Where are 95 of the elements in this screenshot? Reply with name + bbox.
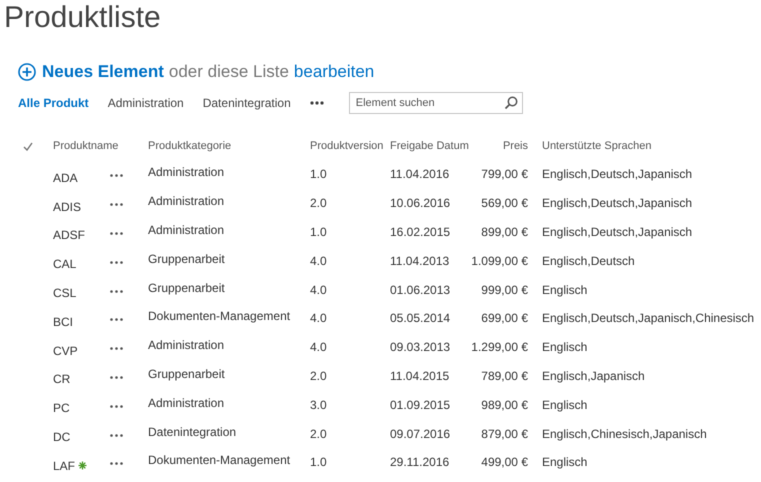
view-tab[interactable]: Alle Produkt bbox=[18, 96, 89, 110]
search-field[interactable]: Element suchen bbox=[348, 92, 523, 114]
table-cell: Gruppenarbeit bbox=[148, 366, 225, 381]
table-cell: 4.0 bbox=[310, 254, 327, 268]
table-cell: Englisch,Deutsch,Japanisch,Chinesisch bbox=[542, 311, 754, 326]
column-header[interactable]: Produktversion bbox=[310, 140, 384, 152]
more-icon[interactable] bbox=[110, 347, 123, 350]
table-cell: Englisch bbox=[542, 282, 588, 297]
table-cell: 499,00 € bbox=[481, 455, 528, 470]
table-cell: Administration bbox=[148, 165, 224, 180]
table-cell: 11.04.2015 bbox=[390, 368, 450, 383]
table-cell: 999,00 € bbox=[481, 282, 528, 297]
column-header[interactable]: Produktname bbox=[53, 140, 118, 152]
more-icon[interactable] bbox=[110, 462, 123, 466]
more-icon[interactable] bbox=[110, 318, 123, 322]
column-header[interactable]: Produktkategorie bbox=[148, 140, 232, 152]
product-link[interactable]: ADSF bbox=[53, 228, 86, 242]
more-icon[interactable] bbox=[110, 203, 123, 206]
table-cell: Englisch bbox=[542, 398, 588, 412]
search-icon[interactable] bbox=[504, 96, 518, 110]
product-link[interactable]: ADA bbox=[53, 170, 78, 185]
table-cell: 05.05.2014 bbox=[390, 311, 450, 326]
more-icon[interactable] bbox=[110, 434, 123, 437]
product-link[interactable]: BCI bbox=[53, 314, 74, 329]
table-cell: 4.0 bbox=[310, 282, 327, 297]
table-cell: Datenintegration bbox=[148, 424, 236, 439]
table-cell: 2.0 bbox=[310, 426, 327, 441]
table-cell: 29.11.2016 bbox=[390, 455, 450, 470]
product-link[interactable]: PC bbox=[53, 401, 70, 416]
table-cell: 2.0 bbox=[310, 196, 327, 210]
table-cell: Gruppenarbeit bbox=[148, 280, 225, 295]
table-cell: 899,00 € bbox=[481, 224, 528, 239]
table-cell: 11.04.2013 bbox=[390, 254, 450, 268]
product-link[interactable]: LAF bbox=[53, 458, 76, 473]
table-cell: 1.0 bbox=[310, 224, 327, 239]
table-cell: 01.09.2015 bbox=[390, 398, 450, 412]
table-cell: Englisch,Chinesisch,Japanisch bbox=[542, 426, 707, 441]
table-cell: Englisch,Deutsch bbox=[542, 254, 635, 268]
product-link[interactable]: DC bbox=[53, 430, 70, 444]
view-tab[interactable]: Administration bbox=[108, 96, 184, 110]
product-link[interactable]: CR bbox=[53, 372, 70, 386]
table-cell: 4.0 bbox=[310, 340, 327, 354]
table-cell: Englisch,Deutsch,Japanisch bbox=[542, 167, 692, 182]
table-cell: Englisch bbox=[542, 340, 588, 354]
table-cell: 10.06.2016 bbox=[390, 196, 450, 210]
table-cell: 699,00 € bbox=[481, 311, 528, 326]
table-cell: 989,00 € bbox=[481, 398, 528, 412]
column-header[interactable]: Unterstützte Sprachen bbox=[542, 140, 652, 152]
more-icon[interactable] bbox=[110, 404, 123, 408]
table-cell: 2.0 bbox=[310, 368, 327, 383]
table-cell: Administration bbox=[148, 338, 224, 352]
table-cell: 569,00 € bbox=[481, 196, 528, 210]
action-text: oder diese Liste bbox=[168, 62, 289, 82]
table-cell: Englisch,Deutsch,Japanisch bbox=[542, 196, 692, 210]
check-icon[interactable] bbox=[23, 142, 33, 150]
table-cell: 01.06.2013 bbox=[390, 282, 450, 297]
table-cell: 11.04.2016 bbox=[390, 167, 450, 182]
more-icon[interactable] bbox=[110, 290, 123, 293]
table-cell: 789,00 € bbox=[481, 368, 528, 383]
table-cell: 1.0 bbox=[310, 167, 327, 182]
more-icon[interactable] bbox=[310, 101, 324, 105]
product-link[interactable]: ADIS bbox=[53, 200, 82, 214]
table-cell: Administration bbox=[148, 194, 224, 208]
table-cell: 16.02.2015 bbox=[390, 224, 450, 239]
table-cell: 1.0 bbox=[310, 455, 327, 470]
edit-list-link[interactable]: bearbeiten bbox=[294, 62, 374, 82]
more-icon[interactable] bbox=[110, 232, 123, 235]
more-icon[interactable] bbox=[110, 376, 123, 379]
more-icon[interactable] bbox=[110, 174, 123, 178]
table-cell: 3.0 bbox=[310, 398, 327, 412]
table-cell: 4.0 bbox=[310, 311, 327, 326]
table-cell: 1.299,00 € bbox=[471, 340, 528, 354]
table-cell: Dokumenten-Management bbox=[148, 453, 290, 468]
table-cell: 799,00 € bbox=[481, 167, 528, 182]
column-header[interactable]: Freigabe Datum bbox=[390, 140, 469, 152]
table-cell: 09.07.2016 bbox=[390, 426, 450, 441]
table-cell: Englisch,Deutsch,Japanisch bbox=[542, 224, 692, 239]
page-title: Produktliste bbox=[3, 0, 162, 36]
table-cell: Gruppenarbeit bbox=[148, 252, 225, 266]
table-cell: Administration bbox=[148, 222, 224, 237]
product-link[interactable]: CAL bbox=[53, 257, 76, 272]
table-cell: 1.099,00 € bbox=[471, 254, 528, 268]
add-icon[interactable] bbox=[18, 63, 36, 81]
table-cell: Englisch bbox=[542, 455, 588, 470]
table-cell: Englisch,Japanisch bbox=[542, 368, 645, 383]
table-cell: Dokumenten-Management bbox=[148, 309, 290, 324]
product-link[interactable]: CSL bbox=[53, 286, 76, 300]
view-tab[interactable]: Datenintegration bbox=[202, 96, 291, 110]
table-cell: 09.03.2013 bbox=[390, 340, 450, 354]
more-icon[interactable] bbox=[110, 260, 123, 264]
table-cell: 879,00 € bbox=[481, 426, 528, 441]
product-link[interactable]: CVP bbox=[53, 344, 78, 358]
new-item-link[interactable]: Neues Element bbox=[42, 62, 164, 82]
table-cell: Administration bbox=[148, 396, 224, 410]
column-header[interactable]: Preis bbox=[502, 140, 528, 152]
